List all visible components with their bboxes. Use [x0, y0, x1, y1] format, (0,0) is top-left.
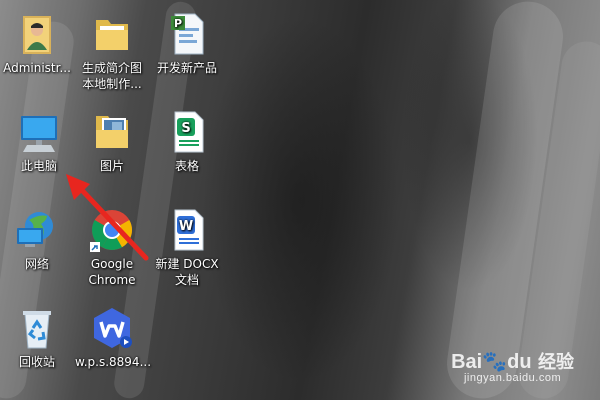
icon-label: 生成简介图 本地制作... [81, 61, 142, 91]
icon-label: 表格 [174, 159, 199, 173]
spreadsheet-icon: S [163, 108, 211, 156]
computer-icon [15, 108, 63, 156]
desktop-icon-administrator[interactable]: Administr... [0, 10, 74, 76]
desktop-icon-wps-installer[interactable]: w.p.s.8894... [75, 304, 152, 370]
icon-label: Administr... [3, 61, 71, 75]
watermark-product: 经验 [538, 352, 574, 372]
recycle-bin-icon [13, 304, 61, 352]
svg-text:W: W [179, 219, 193, 234]
folder-icon [88, 10, 136, 58]
desktop-icon-brochure-folder[interactable]: 生成简介图 本地制作... [75, 10, 149, 92]
desktop-icon-recycle-bin[interactable]: 回收站 [0, 304, 74, 370]
word-document-icon: W [163, 206, 211, 254]
user-folder-icon [13, 10, 61, 58]
paw-icon: 🐾 [482, 351, 508, 373]
icon-label: w.p.s.8894... [75, 355, 152, 369]
icon-label: 开发新产品 [156, 61, 217, 75]
icon-label: 回收站 [18, 355, 55, 369]
watermark-brand: Bai [451, 351, 483, 373]
wps-icon [88, 304, 136, 352]
watermark-domain: jingyan.baidu.com [463, 372, 562, 384]
project-file-icon: P [163, 10, 211, 58]
network-icon [13, 206, 61, 254]
desktop-background: Administr... 此电脑 网络 回收站 生成简介图 本地制作... 图片… [0, 0, 600, 400]
icon-label: 新建 DOCX 文档 [155, 257, 219, 287]
pictures-folder-icon [88, 108, 136, 156]
annotation-arrow [66, 174, 149, 261]
svg-text:S: S [181, 121, 190, 136]
desktop-icon-new-product[interactable]: P 开发新产品 [150, 10, 224, 76]
svg-text:P: P [174, 17, 182, 30]
desktop-icon-this-pc[interactable]: 此电脑 [2, 108, 76, 174]
watermark-brand-suffix: du [507, 351, 532, 373]
desktop-icon-new-docx[interactable]: W 新建 DOCX 文档 [150, 206, 224, 288]
desktop-icon-pictures[interactable]: 图片 [75, 108, 149, 174]
desktop-icon-spreadsheet[interactable]: S 表格 [150, 108, 224, 174]
baidu-jingyan-watermark: Bai🐾du 经验 jingyan.baidu.com [451, 348, 574, 384]
